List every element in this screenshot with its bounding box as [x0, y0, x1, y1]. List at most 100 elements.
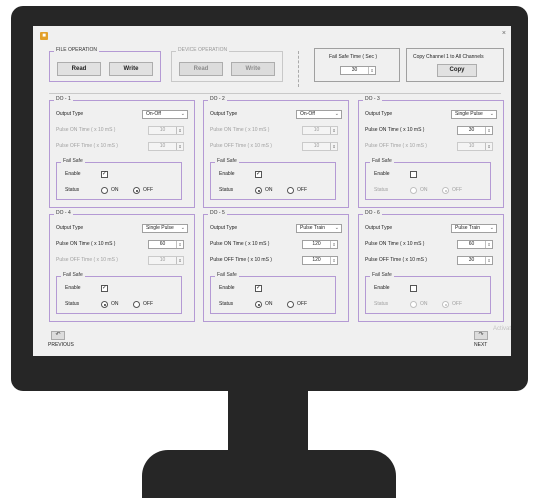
enable-checkbox[interactable]: [410, 285, 417, 292]
enable-checkbox[interactable]: ✓: [101, 171, 108, 178]
status-off-radio[interactable]: [442, 187, 449, 194]
spin-arrows-icon[interactable]: ⇕: [330, 257, 337, 264]
copy-button[interactable]: Copy: [437, 64, 477, 77]
spin-arrows-icon[interactable]: ⇕: [330, 127, 337, 134]
enable-checkbox[interactable]: [410, 171, 417, 178]
fail-safe-time-label: Fail Safe Time ( Sec ): [329, 54, 378, 60]
status-on-radio[interactable]: [101, 301, 108, 308]
output-type-label: Output Type: [210, 111, 238, 117]
spin-arrows-icon[interactable]: ⇕: [176, 143, 183, 150]
fail-safe-group: Fail Safe Enable ✓ Status ON OFF: [56, 272, 182, 314]
enable-label: Enable: [374, 171, 390, 177]
pulse-off-input[interactable]: 30 ⇕: [457, 256, 493, 265]
pulse-on-input[interactable]: 10 ⇕: [302, 126, 338, 135]
status-on-radio[interactable]: [255, 187, 262, 194]
spin-arrows-icon[interactable]: ⇕: [330, 241, 337, 248]
status-on-radio[interactable]: [410, 301, 417, 308]
status-on-label: ON: [111, 301, 119, 307]
output-type-select[interactable]: On-Off ⌄: [296, 110, 342, 119]
pulse-on-input[interactable]: 30 ⇕: [457, 126, 493, 135]
fail-safe-time-group: Fail Safe Time ( Sec ) 30 ⇕: [314, 48, 400, 82]
fail-safe-time-input[interactable]: 30 ⇕: [340, 66, 376, 75]
pulse-on-input[interactable]: 60 ⇕: [148, 240, 184, 249]
pulse-off-label: Pulse OFF Time ( x 10 mS ): [210, 257, 272, 263]
chevron-down-icon: ⌄: [489, 225, 494, 231]
status-off-label: OFF: [143, 301, 153, 307]
pulse-on-label: Pulse ON Time ( x 10 mS ): [210, 241, 270, 247]
device-read-button[interactable]: Read: [179, 62, 223, 76]
status-label: Status: [65, 187, 80, 193]
chevron-down-icon: ⌄: [334, 111, 339, 117]
enable-label: Enable: [219, 171, 235, 177]
fail-safe-title: Fail Safe: [370, 272, 394, 279]
output-type-select[interactable]: Single Pulse ⌄: [451, 110, 497, 119]
pulse-off-label: Pulse OFF Time ( x 10 mS ): [56, 257, 118, 263]
pulse-off-input[interactable]: 10 ⇕: [148, 142, 184, 151]
spin-arrows-icon[interactable]: ⇕: [330, 143, 337, 150]
channel-title: DO - 4: [54, 210, 73, 217]
previous-arrow-icon[interactable]: ↶: [51, 331, 65, 340]
pulse-off-input[interactable]: 10 ⇕: [302, 142, 338, 151]
enable-checkbox[interactable]: ✓: [255, 171, 262, 178]
output-type-label: Output Type: [210, 225, 238, 231]
previous-label[interactable]: PREVIOUS: [48, 342, 74, 349]
divider: [49, 93, 501, 94]
output-type-label: Output Type: [365, 225, 393, 231]
channel-title: DO - 6: [363, 210, 382, 217]
close-icon[interactable]: ×: [502, 30, 506, 37]
status-off-label: OFF: [452, 187, 462, 193]
fail-safe-group: Fail Safe Enable ✓ Status ON OFF: [210, 272, 336, 314]
pulse-off-input[interactable]: 10 ⇕: [457, 142, 493, 151]
next-arrow-icon[interactable]: ↷: [474, 331, 488, 340]
chevron-down-icon: ⌄: [334, 225, 339, 231]
status-off-radio[interactable]: [133, 187, 140, 194]
file-read-button[interactable]: Read: [57, 62, 101, 76]
fail-safe-title: Fail Safe: [215, 158, 239, 165]
status-on-radio[interactable]: [255, 301, 262, 308]
spin-arrows-icon[interactable]: ⇕: [368, 67, 375, 74]
chevron-down-icon: ⌄: [180, 111, 185, 117]
status-off-label: OFF: [297, 301, 307, 307]
pulse-on-input[interactable]: 120 ⇕: [302, 240, 338, 249]
spin-arrows-icon[interactable]: ⇕: [485, 257, 492, 264]
spin-arrows-icon[interactable]: ⇕: [176, 127, 183, 134]
next-label[interactable]: NEXT: [474, 342, 487, 349]
device-write-button[interactable]: Write: [231, 62, 275, 76]
spin-arrows-icon[interactable]: ⇕: [485, 127, 492, 134]
monitor-stand-base: [142, 450, 396, 498]
output-type-label: Output Type: [365, 111, 393, 117]
status-off-radio[interactable]: [287, 301, 294, 308]
pulse-on-label: Pulse ON Time ( x 10 mS ): [210, 127, 270, 133]
status-off-radio[interactable]: [287, 187, 294, 194]
app-window: ■ × FILE OPERATION Read Write DEVICE OPE…: [33, 26, 511, 356]
status-on-radio[interactable]: [410, 187, 417, 194]
pulse-off-input[interactable]: 120 ⇕: [302, 256, 338, 265]
pulse-on-input[interactable]: 10 ⇕: [148, 126, 184, 135]
status-label: Status: [374, 187, 389, 193]
channel-group-2: DO - 2 Output Type On-Off ⌄ Pulse ON Time…: [203, 96, 349, 208]
status-off-radio[interactable]: [442, 301, 449, 308]
status-label: Status: [374, 301, 389, 307]
enable-checkbox[interactable]: ✓: [101, 285, 108, 292]
output-type-select[interactable]: Pulse Train ⌄: [451, 224, 497, 233]
app-icon: ■: [40, 32, 48, 40]
status-on-radio[interactable]: [101, 187, 108, 194]
enable-label: Enable: [219, 285, 235, 291]
pulse-off-label: Pulse OFF Time ( x 10 mS ): [56, 143, 118, 149]
channel-group-6: DO - 6 Output Type Pulse Train ⌄ Pulse ON…: [358, 210, 504, 322]
file-write-button[interactable]: Write: [109, 62, 153, 76]
enable-checkbox[interactable]: ✓: [255, 285, 262, 292]
pulse-on-input[interactable]: 60 ⇕: [457, 240, 493, 249]
spin-arrows-icon[interactable]: ⇕: [485, 143, 492, 150]
separator: [298, 51, 299, 87]
status-off-radio[interactable]: [133, 301, 140, 308]
output-type-select[interactable]: Single Pulse ⌄: [142, 224, 188, 233]
fail-safe-title: Fail Safe: [215, 272, 239, 279]
output-type-select[interactable]: Pulse Train ⌄: [296, 224, 342, 233]
spin-arrows-icon[interactable]: ⇕: [485, 241, 492, 248]
pulse-off-input[interactable]: 10 ⇕: [148, 256, 184, 265]
output-type-select[interactable]: On-Off ⌄: [142, 110, 188, 119]
spin-arrows-icon[interactable]: ⇕: [176, 257, 183, 264]
spin-arrows-icon[interactable]: ⇕: [176, 241, 183, 248]
pulse-off-label: Pulse OFF Time ( x 10 mS ): [210, 143, 272, 149]
